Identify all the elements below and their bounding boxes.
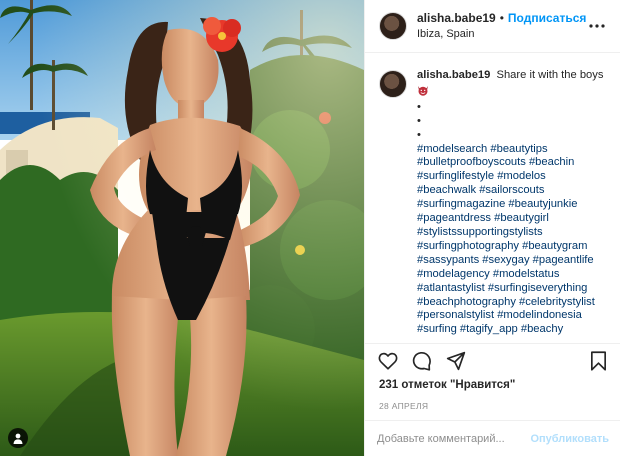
- comment-input[interactable]: [377, 432, 531, 445]
- hashtag-line[interactable]: #beachphotography #celebritystylist: [417, 296, 603, 310]
- hashtag-line[interactable]: #surfingphotography #beautygram: [417, 240, 603, 254]
- caption-username[interactable]: alisha.babe19: [417, 69, 490, 81]
- comment-bubble-icon: [412, 351, 431, 371]
- post-side-panel: alisha.babe19 • Подписаться Ibiza, Spain…: [364, 0, 620, 456]
- devil-face-emoji: [418, 85, 428, 96]
- hashtag-line[interactable]: #sassypants #sexygay #pageantlife: [417, 254, 603, 268]
- caption-text: Share it with the boys: [496, 69, 604, 81]
- header-username[interactable]: alisha.babe19: [417, 11, 496, 26]
- engagement-section: 231 отметок "Нравится" 28 АПРЕЛЯ: [365, 343, 620, 411]
- hashtag-line[interactable]: #surfingmagazine #beautyjunkie: [417, 198, 603, 212]
- add-comment-form: Опубликовать: [365, 420, 620, 456]
- heart-icon: [378, 352, 398, 370]
- likes-count[interactable]: 231 отметок "Нравится": [365, 378, 620, 391]
- paper-plane-icon: [446, 351, 466, 371]
- share-button[interactable]: [445, 350, 467, 372]
- avatar[interactable]: [379, 12, 407, 40]
- header-info: alisha.babe19 • Подписаться Ibiza, Spain: [417, 11, 588, 42]
- more-horizontal-icon: [589, 24, 605, 28]
- tagged-people-button[interactable]: [8, 428, 28, 448]
- hashtag-line[interactable]: #modelagency #modelstatus: [417, 268, 603, 282]
- caption: alisha.babe19 Share it with the boys • •…: [417, 69, 603, 343]
- person-icon: [13, 433, 23, 444]
- follow-button[interactable]: Подписаться: [508, 11, 586, 26]
- caption-dot-3: •: [417, 128, 421, 141]
- post-photo[interactable]: [0, 0, 364, 456]
- instagram-post: alisha.babe19 • Подписаться Ibiza, Spain…: [0, 0, 620, 456]
- hashtag-line[interactable]: #pageantdress #beautygirl: [417, 212, 603, 226]
- location-link[interactable]: Ibiza, Spain: [417, 27, 588, 42]
- photo-illustration: [0, 0, 364, 456]
- hashtag-line[interactable]: #surfing #tagify_app #beachy: [417, 323, 603, 337]
- more-options-button[interactable]: [588, 24, 606, 28]
- save-button[interactable]: [587, 350, 609, 372]
- hashtag-line[interactable]: #bulletproofboyscouts #beachin: [417, 156, 603, 170]
- hashtag-line[interactable]: #personalstylist #modelindonesia: [417, 309, 603, 323]
- caption-dot-1: •: [417, 100, 421, 113]
- comment-button[interactable]: [411, 350, 433, 372]
- hashtag-line[interactable]: #modelsearch #beautytips: [417, 143, 603, 157]
- hashtag-line[interactable]: #stylistssupportingstylists: [417, 226, 603, 240]
- caption-dot-2: •: [417, 114, 421, 127]
- hashtag-line[interactable]: #surfinglifestyle #modelos: [417, 170, 603, 184]
- header-top-row: alisha.babe19 • Подписаться: [417, 11, 588, 26]
- caption-avatar[interactable]: [379, 70, 407, 98]
- publish-button[interactable]: Опубликовать: [530, 433, 609, 445]
- hashtag-line[interactable]: #atlantastylist #surfingiseverything: [417, 282, 603, 296]
- bookmark-icon: [590, 351, 606, 371]
- header-separator: •: [499, 10, 504, 25]
- post-date[interactable]: 28 АПРЕЛЯ: [365, 391, 620, 411]
- comments-list[interactable]: alisha.babe19 Share it with the boys • •…: [365, 53, 620, 343]
- like-button[interactable]: [377, 350, 399, 372]
- hashtag-line[interactable]: #beachwalk #sailorscouts: [417, 184, 603, 198]
- post-header: alisha.babe19 • Подписаться Ibiza, Spain: [365, 0, 620, 53]
- action-bar: [365, 344, 620, 378]
